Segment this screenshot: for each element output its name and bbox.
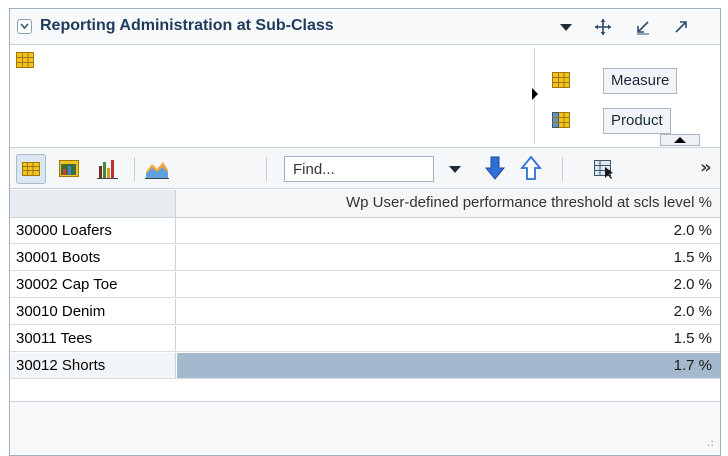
row-label: 30000 Loafers <box>10 218 176 243</box>
export-grid-icon[interactable] <box>592 158 616 180</box>
bar-chart-icon[interactable] <box>96 158 120 180</box>
table-row-selected[interactable]: 30012 Shorts 1.7 % <box>10 353 720 379</box>
find-dropdown-icon[interactable] <box>449 166 461 173</box>
measure-button[interactable]: Measure <box>603 68 678 94</box>
view-title-bar: Reporting Administration at Sub-Class <box>10 9 720 45</box>
find-input[interactable]: Find... <box>284 156 434 182</box>
row-label: 30012 Shorts <box>10 353 176 378</box>
product-tile[interactable]: Product <box>550 106 702 136</box>
resize-grip-icon[interactable]: .: <box>707 436 714 449</box>
row-label: 30010 Denim <box>10 299 176 324</box>
scroll-up-button[interactable] <box>660 134 700 146</box>
table-footer: .: <box>10 401 720 455</box>
table-row[interactable]: 30010 Denim 2.0 % <box>10 299 720 325</box>
toolbar-separator <box>266 157 267 181</box>
pivot-layout-area: Measure Product <box>10 46 720 146</box>
more-toolbar-button[interactable]: » <box>700 157 712 178</box>
row-header-corner <box>10 190 176 217</box>
value-cell[interactable]: 2.0 % <box>177 299 720 324</box>
product-button[interactable]: Product <box>603 108 671 134</box>
table-row[interactable]: 30000 Loafers 2.0 % <box>10 218 720 244</box>
move-icon[interactable] <box>594 18 612 36</box>
chart-table-icon[interactable] <box>58 158 82 180</box>
maximize-icon[interactable] <box>672 18 690 36</box>
value-cell[interactable]: 2.0 % <box>177 218 720 243</box>
toolbar-separator <box>134 157 135 181</box>
view-toolbar: Find... » <box>10 147 720 189</box>
arrow-down-icon[interactable] <box>484 155 508 180</box>
table-view-button[interactable] <box>16 154 46 184</box>
view-title: Reporting Administration at Sub-Class <box>40 17 334 34</box>
minimize-icon[interactable] <box>634 18 652 36</box>
arrow-up-icon[interactable] <box>520 155 544 180</box>
measure-grid-icon <box>552 72 570 92</box>
table-row[interactable]: 30001 Boots 1.5 % <box>10 245 720 271</box>
row-label: 30001 Boots <box>10 245 176 270</box>
grid-icon <box>16 52 34 72</box>
table-view-icon <box>22 162 40 176</box>
value-cell[interactable]: 1.5 % <box>177 326 720 351</box>
measure-tile[interactable]: Measure <box>550 66 702 96</box>
area-chart-icon[interactable] <box>144 158 169 180</box>
value-cell[interactable]: 2.0 % <box>177 272 720 297</box>
dropdown-caret-icon[interactable] <box>557 18 575 36</box>
value-cell[interactable]: 1.5 % <box>177 245 720 270</box>
reporting-admin-view: Reporting Administration at Sub-Class Me… <box>9 8 721 456</box>
table-header-row: Wp User-defined performance threshold at… <box>10 190 720 218</box>
expand-arrow-icon[interactable] <box>532 88 538 100</box>
product-grid-icon <box>552 112 570 132</box>
table-row[interactable]: 30002 Cap Toe 2.0 % <box>10 272 720 298</box>
row-label: 30002 Cap Toe <box>10 272 176 297</box>
table-row[interactable]: 30011 Tees 1.5 % <box>10 326 720 352</box>
toolbar-separator <box>562 157 563 181</box>
collapse-chevron-icon[interactable] <box>17 19 32 34</box>
value-cell-selected[interactable]: 1.7 % <box>177 353 720 378</box>
column-header[interactable]: Wp User-defined performance threshold at… <box>177 190 720 217</box>
row-label: 30011 Tees <box>10 326 176 351</box>
